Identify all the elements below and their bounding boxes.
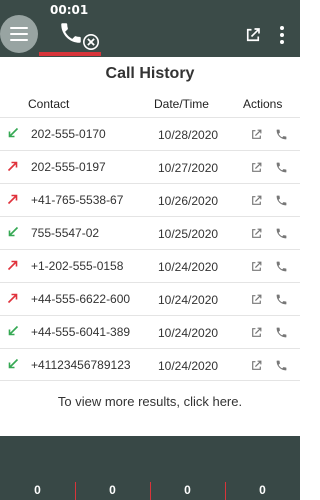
table-row[interactable]: 202-555-0197 10/27/2020 xyxy=(0,150,300,183)
contact-number: 202-555-0197 xyxy=(31,160,106,174)
phone-icon[interactable] xyxy=(275,359,288,372)
incoming-call-icon xyxy=(8,325,19,336)
phone-icon[interactable] xyxy=(275,326,288,339)
phone-icon[interactable] xyxy=(275,260,288,273)
phone-icon[interactable] xyxy=(275,161,288,174)
open-external-icon[interactable] xyxy=(250,326,263,339)
call-date: 10/25/2020 xyxy=(158,227,219,241)
incoming-call-icon xyxy=(8,358,19,369)
column-datetime: Date/Time xyxy=(154,97,209,111)
contact-number: +41123456789123 xyxy=(31,358,131,372)
table-row[interactable]: 202-555-0170 10/28/2020 xyxy=(0,117,300,150)
cancel-call-icon[interactable] xyxy=(82,33,100,51)
column-actions: Actions xyxy=(243,97,283,111)
open-external-icon[interactable] xyxy=(250,194,263,207)
table-row[interactable]: +41123456789123 10/24/2020 xyxy=(0,348,300,381)
counter-3: 0 xyxy=(184,483,191,497)
more-vert-icon[interactable] xyxy=(278,25,286,45)
call-date: 10/24/2020 xyxy=(158,359,219,373)
contact-number: +44-555-6041-389 xyxy=(31,325,131,339)
open-external-icon[interactable] xyxy=(250,293,263,306)
page-title: Call History xyxy=(105,65,195,82)
counter-4: 0 xyxy=(259,483,266,497)
table-row[interactable]: +1-202-555-0158 10/24/2020 xyxy=(0,249,300,282)
table-row[interactable]: +44-555-6622-600 10/24/2020 xyxy=(0,282,300,315)
incoming-call-icon xyxy=(8,226,19,237)
call-date: 10/24/2020 xyxy=(158,326,219,340)
outgoing-call-icon xyxy=(7,260,18,271)
open-external-icon[interactable] xyxy=(250,161,263,174)
contact-number: +1-202-555-0158 xyxy=(31,259,124,273)
outgoing-call-icon xyxy=(7,161,18,172)
table-header: Contact Date/Time Actions xyxy=(0,94,300,114)
phone-icon[interactable] xyxy=(275,293,288,306)
phone-icon[interactable] xyxy=(58,20,84,46)
table-row[interactable]: 755-5547-02 10/25/2020 xyxy=(0,216,300,249)
open-external-icon[interactable] xyxy=(250,227,263,240)
contact-number: +41-765-5538-67 xyxy=(31,193,124,207)
counter-2: 0 xyxy=(109,483,116,497)
call-timer: 00:01 xyxy=(50,3,89,17)
contact-number: 755-5547-02 xyxy=(31,226,100,240)
counter-1: 0 xyxy=(34,483,41,497)
bottom-bar: 0 0 0 0 xyxy=(0,436,300,500)
call-date: 10/28/2020 xyxy=(158,128,219,142)
call-date: 10/26/2020 xyxy=(158,194,219,208)
table-row[interactable]: +41-765-5538-67 10/26/2020 xyxy=(0,183,300,216)
outgoing-call-icon xyxy=(7,293,18,304)
call-date: 10/27/2020 xyxy=(158,161,219,175)
active-call-indicator xyxy=(39,52,101,56)
open-external-icon[interactable] xyxy=(250,260,263,273)
contact-number: +44-555-6622-600 xyxy=(31,292,131,306)
phone-icon[interactable] xyxy=(275,128,288,141)
contact-number: 202-555-0170 xyxy=(31,127,106,141)
incoming-call-icon xyxy=(8,127,19,138)
open-external-icon[interactable] xyxy=(244,26,262,44)
menu-button[interactable] xyxy=(0,15,38,53)
outgoing-call-icon xyxy=(7,194,18,205)
call-date: 10/24/2020 xyxy=(158,260,219,274)
column-contact: Contact xyxy=(28,97,70,111)
phone-icon[interactable] xyxy=(275,194,288,207)
call-history-panel: Call History Contact Date/Time Actions 2… xyxy=(0,57,300,436)
call-date: 10/24/2020 xyxy=(158,293,219,307)
top-bar: 00:01 xyxy=(0,0,300,57)
table-row[interactable]: +44-555-6041-389 10/24/2020 xyxy=(0,315,300,348)
phone-icon[interactable] xyxy=(275,227,288,240)
open-external-icon[interactable] xyxy=(250,128,263,141)
call-list: 202-555-0170 10/28/2020 202-555-0197 10/27/… xyxy=(0,117,300,381)
open-external-icon[interactable] xyxy=(250,359,263,372)
view-more-link[interactable]: To view more results, click here. xyxy=(0,394,300,409)
